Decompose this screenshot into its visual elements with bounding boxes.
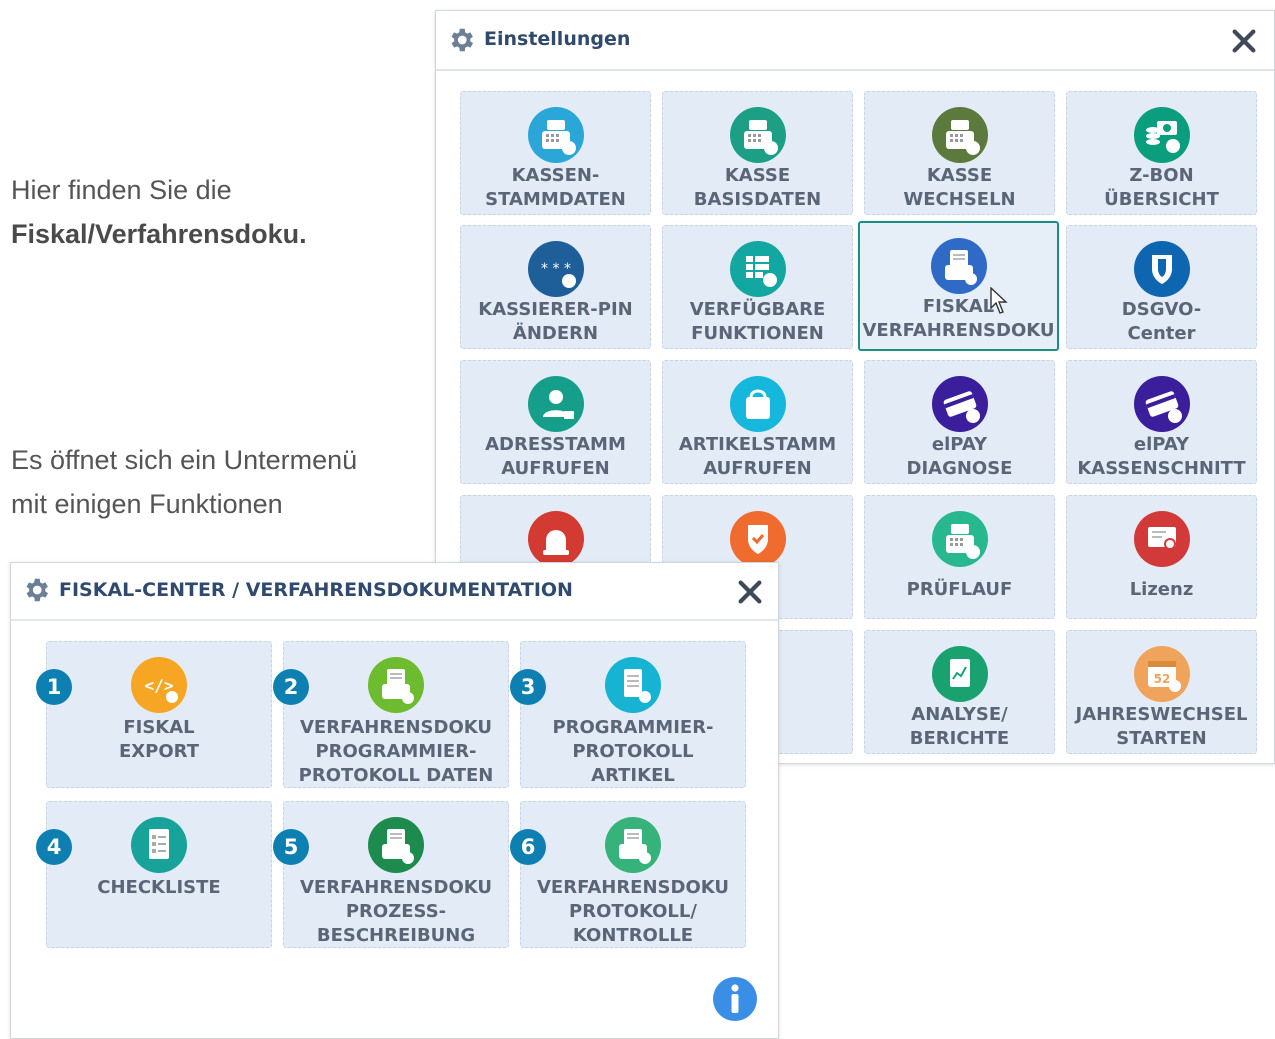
- settings-tile-4[interactable]: Z-BON ÜBERSICHT: [1066, 91, 1257, 215]
- checklist-icon: [131, 817, 187, 873]
- fiscal-tile-2[interactable]: VERFAHRENSDOKU PROGRAMMIER- PROTOKOLL DA…: [283, 641, 509, 788]
- svg-text:52: 52: [1153, 672, 1170, 686]
- fiscal-tile-label: VERFAHRENSDOKU PROZESS- BESCHREIBUNG: [300, 877, 492, 946]
- cash-register-icon: [527, 107, 584, 163]
- settings-tile-label: FISKAL VERFAHRENSDOKU: [862, 296, 1055, 341]
- calendar-icon: 52: [1133, 646, 1190, 702]
- caption-line-3: Es öffnet sich ein Untermenü: [11, 445, 358, 475]
- settings-tile-label: elPAY DIAGNOSE: [906, 434, 1013, 479]
- fiscal-header: FISKAL-CENTER / VERFAHRENSDOKUMENTATION: [11, 563, 778, 621]
- settings-tile-6[interactable]: VERFÜGBARE FUNKTIONEN: [662, 225, 853, 349]
- gear-icon: [26, 578, 49, 602]
- mouse-cursor-icon: [990, 287, 1008, 314]
- card-cut-icon: [1133, 376, 1190, 432]
- step-number-badge: 3: [510, 669, 546, 705]
- settings-tile-20[interactable]: 52 JAHRESWECHSEL STARTEN: [1066, 630, 1257, 754]
- settings-tile-3[interactable]: KASSE WECHSELN: [864, 91, 1055, 215]
- settings-tile-12[interactable]: elPAY KASSENSCHNITT: [1066, 360, 1257, 484]
- cash-register-switch-icon: [931, 107, 988, 163]
- settings-tile-label: elPAY KASSENSCHNITT: [1077, 434, 1246, 479]
- settings-tile-19[interactable]: ANALYSE/ BERICHTE: [864, 630, 1055, 754]
- fiscal-tile-3[interactable]: PROGRAMMIER- PROTOKOLL ARTIKEL: [520, 641, 746, 788]
- settings-tile-5[interactable]: * * * KASSIERER-PIN ÄNDERN: [460, 225, 651, 349]
- settings-tile-9[interactable]: ADRESSTAMM AUFRUFEN: [460, 360, 651, 484]
- step-number-badge: 5: [273, 829, 309, 865]
- settings-tile-label: KASSIERER-PIN ÄNDERN: [478, 299, 633, 344]
- settings-tile-label: JAHRESWECHSEL STARTEN: [1075, 704, 1248, 749]
- settings-tile-label: KASSE BASISDATEN: [693, 165, 822, 210]
- close-icon[interactable]: [1228, 25, 1260, 57]
- doc-list-icon: [605, 657, 661, 713]
- fiscal-tile-label: VERFAHRENSDOKU PROTOKOLL/ KONTROLLE: [537, 877, 729, 946]
- settings-tile-label: DSGVO- Center: [1121, 299, 1202, 344]
- settings-tile-11[interactable]: elPAY DIAGNOSE: [864, 360, 1055, 484]
- settings-tile-label: KASSE WECHSELN: [903, 165, 1016, 210]
- settings-header: Einstellungen: [436, 11, 1274, 71]
- settings-tile-15[interactable]: PRÜFLAUF: [864, 495, 1055, 619]
- caption-line-4: mit einigen Funktionen: [11, 489, 283, 519]
- info-icon[interactable]: [711, 975, 759, 1023]
- card-diagnose-icon: [931, 376, 988, 432]
- settings-tile-label: ADRESSTAMM AUFRUFEN: [485, 434, 626, 479]
- fiscal-tile-label: CHECKLISTE: [97, 877, 221, 898]
- caption-submenu: Es öffnet sich ein Untermenü mit einigen…: [11, 438, 357, 526]
- settings-tile-label: ANALYSE/ BERICHTE: [909, 704, 1010, 749]
- fiscal-tile-1[interactable]: </> FISKAL EXPORT: [46, 641, 272, 788]
- fiscal-tile-label: VERFAHRENSDOKU PROGRAMMIER- PROTOKOLL DA…: [298, 717, 494, 786]
- function-grid-icon: [729, 241, 786, 297]
- cash-register-tools-icon: [729, 107, 786, 163]
- settings-tile-label: ARTIKELSTAMM AUFRUFEN: [678, 434, 837, 479]
- step-number-badge: 2: [273, 669, 309, 705]
- fiscal-tile-label: PROGRAMMIER- PROTOKOLL ARTIKEL: [552, 717, 714, 786]
- settings-title: Einstellungen: [484, 28, 631, 50]
- settings-tile-label: Lizenz: [1129, 579, 1194, 600]
- caption-line-2: Fiskal/Verfahrensdoku.: [11, 219, 307, 249]
- settings-tile-label: KASSEN- STAMMDATEN: [485, 165, 626, 210]
- settings-tile-1[interactable]: KASSEN- STAMMDATEN: [460, 91, 651, 215]
- settings-tile-7[interactable]: FISKAL VERFAHRENSDOKU: [858, 221, 1059, 351]
- person-card-icon: [527, 376, 584, 432]
- doc-printer-icon: [368, 817, 424, 873]
- settings-tile-16[interactable]: Lizenz: [1066, 495, 1257, 619]
- pin-edit-icon: * * *: [527, 241, 584, 297]
- doc-printer-icon: [368, 657, 424, 713]
- close-icon[interactable]: [734, 576, 766, 608]
- fiscal-tile-4[interactable]: CHECKLISTE: [46, 801, 272, 948]
- alarm-light-icon: [527, 511, 584, 567]
- doc-printer-icon: [605, 817, 661, 873]
- settings-tile-10[interactable]: ARTIKELSTAMM AUFRUFEN: [662, 360, 853, 484]
- fiscal-doc-icon: [930, 238, 987, 294]
- money-check-icon: [1133, 107, 1190, 163]
- fiscal-title: FISKAL-CENTER / VERFAHRENSDOKUMENTATION: [59, 579, 573, 601]
- settings-tile-2[interactable]: KASSE BASISDATEN: [662, 91, 853, 215]
- step-number-badge: 4: [36, 829, 72, 865]
- code-export-icon: </>: [131, 657, 187, 713]
- shield-icon: [1133, 241, 1190, 297]
- shield-check-icon: [729, 511, 786, 567]
- fiscal-tile-6[interactable]: VERFAHRENSDOKU PROTOKOLL/ KONTROLLE: [520, 801, 746, 948]
- caption-line-1: Hier finden Sie die: [11, 175, 232, 205]
- fiscal-tile-label: FISKAL EXPORT: [119, 717, 199, 762]
- fiscal-center-window: FISKAL-CENTER / VERFAHRENSDOKUMENTATION …: [10, 562, 779, 1039]
- step-number-badge: 6: [510, 829, 546, 865]
- chart-doc-icon: [931, 646, 988, 702]
- settings-tile-label: PRÜFLAUF: [906, 579, 1013, 600]
- shopping-bag-icon: [729, 376, 786, 432]
- step-number-badge: 1: [36, 669, 72, 705]
- cash-register-check-icon: [931, 511, 988, 567]
- settings-tile-8[interactable]: DSGVO- Center: [1066, 225, 1257, 349]
- fiscal-tile-5[interactable]: VERFAHRENSDOKU PROZESS- BESCHREIBUNG: [283, 801, 509, 948]
- settings-tile-label: Z-BON ÜBERSICHT: [1104, 165, 1219, 210]
- certificate-icon: [1133, 511, 1190, 567]
- gear-icon: [451, 28, 473, 52]
- settings-tile-label: VERFÜGBARE FUNKTIONEN: [689, 299, 826, 344]
- caption-fiscal-location: Hier finden Sie die Fiskal/Verfahrensdok…: [11, 168, 307, 256]
